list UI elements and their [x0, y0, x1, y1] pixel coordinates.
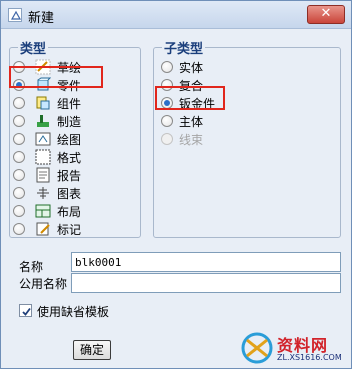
- subtype-group-legend: 子类型: [164, 42, 204, 57]
- radio-button[interactable]: [13, 169, 25, 181]
- type-option-markup[interactable]: 标记: [13, 220, 81, 238]
- type-option-manufacturing[interactable]: 制造: [13, 112, 81, 130]
- type-option-format[interactable]: 格式: [13, 148, 81, 166]
- watermark-logo-icon: [241, 332, 273, 364]
- watermark-url: ZL.XS1616.COM: [277, 353, 342, 362]
- name-input[interactable]: [71, 252, 341, 272]
- subtype-option-bulk[interactable]: 主体: [161, 112, 203, 130]
- layout-icon: [35, 203, 51, 219]
- type-label: 组件: [57, 96, 82, 111]
- radio-button[interactable]: [13, 133, 25, 145]
- report-icon: [35, 167, 51, 183]
- subtype-option-solid[interactable]: 实体: [161, 58, 203, 76]
- radio-button[interactable]: [13, 187, 25, 199]
- type-label: 格式: [57, 150, 82, 165]
- part-highlight-box: [9, 66, 103, 88]
- name-label: 名称: [19, 260, 44, 274]
- markup-icon: [35, 221, 51, 237]
- type-option-drawing[interactable]: 绘图: [13, 130, 81, 148]
- default-template-label[interactable]: 使用缺省模板: [37, 303, 109, 320]
- default-template-checkbox[interactable]: [19, 304, 32, 317]
- close-button[interactable]: ✕: [307, 5, 345, 24]
- checkmark-icon: [22, 307, 31, 316]
- type-label: 标记: [57, 222, 82, 237]
- manufacturing-icon: [35, 113, 51, 129]
- ok-button[interactable]: 确定: [73, 340, 111, 360]
- type-option-diagram[interactable]: 图表: [13, 184, 81, 202]
- subtype-option-harness: 线束: [161, 130, 203, 148]
- radio-button[interactable]: [13, 115, 25, 127]
- radio-button[interactable]: [13, 223, 25, 235]
- radio-button[interactable]: [161, 61, 173, 73]
- window-title: 新建: [28, 11, 55, 26]
- type-option-assembly[interactable]: 组件: [13, 94, 81, 112]
- common-name-label: 公用名称: [19, 277, 68, 291]
- radio-button[interactable]: [161, 115, 173, 127]
- subtype-label: 主体: [179, 114, 204, 129]
- type-group-legend: 类型: [20, 42, 47, 57]
- new-dialog: 新建 ✕ 类型 草绘 零件 组件 制造 绘图 格式 报告 图表 布局 标记 子类…: [0, 0, 352, 369]
- dialog-icon: [8, 8, 22, 22]
- format-icon: [35, 149, 51, 165]
- type-label: 图表: [57, 186, 82, 201]
- sheetmetal-highlight-box: [155, 86, 225, 110]
- common-name-input[interactable]: [71, 273, 341, 293]
- subtype-label: 线束: [179, 132, 204, 147]
- radio-button[interactable]: [13, 151, 25, 163]
- drawing-icon: [35, 131, 51, 147]
- close-icon: ✕: [320, 6, 332, 21]
- assembly-icon: [35, 95, 51, 111]
- type-option-report[interactable]: 报告: [13, 166, 81, 184]
- title-bar: 新建 ✕: [1, 1, 351, 29]
- radio-button[interactable]: [13, 205, 25, 217]
- watermark: 资料网 ZL.XS1616.COM: [237, 328, 345, 368]
- diagram-icon: [35, 185, 51, 201]
- subtype-label: 实体: [179, 60, 204, 75]
- type-label: 制造: [57, 114, 82, 129]
- type-label: 布局: [57, 204, 82, 219]
- type-option-layout[interactable]: 布局: [13, 202, 81, 220]
- radio-button[interactable]: [13, 97, 25, 109]
- radio-button: [161, 133, 173, 145]
- dialog-body: 类型 草绘 零件 组件 制造 绘图 格式 报告 图表 布局 标记 子类型 实体 …: [1, 30, 351, 368]
- type-label: 绘图: [57, 132, 82, 147]
- type-label: 报告: [57, 168, 82, 183]
